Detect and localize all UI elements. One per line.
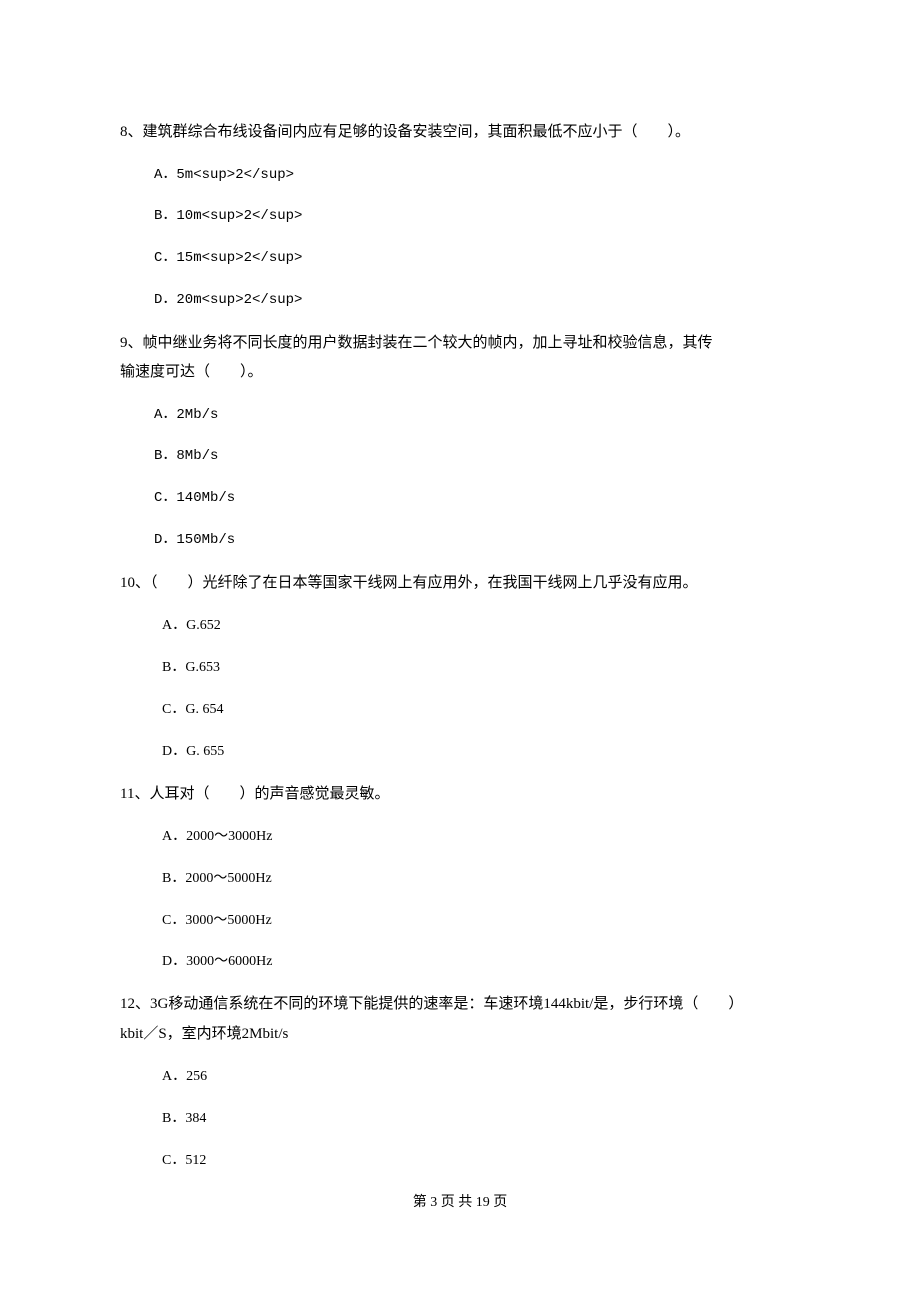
question-11-option-a: A．2000～3000Hz — [162, 825, 800, 849]
question-8-option-b: B．10m<sup>2</sup> — [154, 205, 800, 229]
question-9-option-b: B．8Mb/s — [154, 445, 800, 469]
question-9-text-line1: 9、帧中继业务将不同长度的用户数据封装在二个较大的帧内，加上寻址和校验信息，其传 — [120, 331, 800, 357]
question-9-option-c: C．140Mb/s — [154, 487, 800, 511]
question-10-option-c: C．G. 654 — [162, 698, 800, 722]
question-11-option-b: B．2000～5000Hz — [162, 867, 800, 891]
page-footer: 第 3 页 共 19 页 — [120, 1191, 800, 1215]
question-12-text-line1: 12、3G移动通信系统在不同的环境下能提供的速率是：车速环境144kbit/是，… — [120, 992, 800, 1018]
question-10-option-d: D．G. 655 — [162, 740, 800, 764]
question-10-text: 10、（ ）光纤除了在日本等国家干线网上有应用外，在我国干线网上几乎没有应用。 — [120, 571, 800, 597]
question-10-option-b: B．G.653 — [162, 656, 800, 680]
question-10-option-a: A．G.652 — [162, 614, 800, 638]
question-8-option-c: C．15m<sup>2</sup> — [154, 247, 800, 271]
question-12-text-line2: kbit／S，室内环境2Mbit/s — [120, 1022, 800, 1048]
question-11-option-c: C．3000～5000Hz — [162, 909, 800, 933]
question-11-option-d: D．3000～6000Hz — [162, 950, 800, 974]
question-8-text: 8、建筑群综合布线设备间内应有足够的设备安装空间，其面积最低不应小于（ ）。 — [120, 120, 800, 146]
question-11-text: 11、人耳对（ ）的声音感觉最灵敏。 — [120, 782, 800, 808]
question-12-option-b: B．384 — [162, 1107, 800, 1131]
question-8-option-d: D．20m<sup>2</sup> — [154, 289, 800, 313]
question-8-option-a: A．5m<sup>2</sup> — [154, 164, 800, 188]
question-9-option-d: D．150Mb/s — [154, 529, 800, 553]
question-9-text-line2: 输速度可达（ ）。 — [120, 360, 800, 386]
question-12-option-c: C．512 — [162, 1149, 800, 1173]
question-9-option-a: A．2Mb/s — [154, 404, 800, 428]
page-content: 8、建筑群综合布线设备间内应有足够的设备安装空间，其面积最低不应小于（ ）。 A… — [0, 0, 920, 1268]
question-12-option-a: A．256 — [162, 1065, 800, 1089]
